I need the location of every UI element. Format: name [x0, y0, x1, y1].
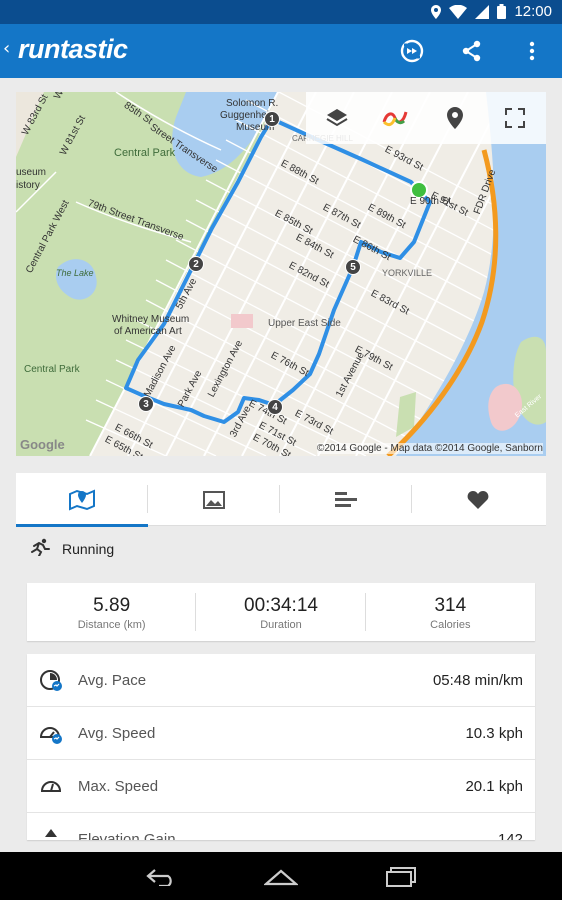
detail-tabs: [16, 473, 546, 527]
pace-stopwatch-icon: [38, 668, 64, 692]
layers-button[interactable]: [323, 104, 351, 132]
battery-icon: [497, 4, 507, 19]
list-item: Avg. Pace 05:48 min/km: [27, 654, 535, 707]
route-marker[interactable]: 2: [188, 256, 204, 272]
tab-map[interactable]: [16, 473, 148, 527]
recents-button[interactable]: [383, 864, 419, 890]
stat-value: 314: [434, 595, 467, 616]
pace-route-icon: [382, 111, 408, 127]
list-item: Elevation Gain 142: [27, 813, 535, 840]
stat-value: 00:34:14: [244, 595, 318, 616]
more-vert-icon: [529, 41, 535, 61]
map-label: of American Art: [114, 326, 182, 337]
stat-label: Distance (km): [77, 619, 146, 631]
map-pin-icon: [447, 107, 463, 129]
map-label: istory: [16, 180, 40, 191]
duration-stat: 00:34:14 Duration: [196, 583, 366, 641]
map-label: useum: [16, 167, 47, 178]
speedometer-icon: [38, 721, 64, 745]
map-label: The Lake: [56, 268, 94, 278]
recents-icon: [386, 867, 416, 887]
route-marker[interactable]: 3: [138, 396, 154, 412]
metrics-list: Avg. Pace 05:48 min/km Avg. Speed 10.3 k…: [27, 654, 535, 840]
stat-label: Duration: [260, 619, 302, 631]
metric-value: 05:48 min/km: [432, 671, 523, 689]
calories-stat: 314 Calories: [366, 583, 535, 641]
map-label: E 90th St: [410, 196, 452, 207]
location-icon: [431, 4, 442, 19]
system-nav-bar: [0, 852, 562, 900]
app-logo[interactable]: runtastic: [18, 34, 128, 65]
tab-feeling[interactable]: [412, 473, 544, 526]
max-speed-icon: [38, 774, 64, 798]
home-icon: [264, 869, 298, 886]
map-label: Central Park: [24, 364, 80, 375]
tab-splits[interactable]: [280, 473, 412, 526]
overflow-menu-button[interactable]: [518, 37, 546, 65]
image-icon: [203, 490, 225, 509]
back-icon: [146, 869, 172, 886]
google-logo: Google: [20, 437, 65, 452]
metric-label: Avg. Pace: [78, 671, 147, 689]
route-marker[interactable]: 1: [264, 111, 280, 127]
activity-summary: 5.89 Distance (km) 00:34:14 Duration 314…: [27, 583, 535, 641]
metric-label: Max. Speed: [78, 777, 159, 795]
map-icon: [69, 488, 95, 511]
heart-icon: [467, 490, 489, 509]
back-button[interactable]: [143, 864, 179, 890]
back-chevron-icon[interactable]: ‹: [3, 38, 10, 59]
clock: 12:00: [514, 3, 552, 20]
elevation-icon: [38, 827, 64, 840]
pace-overlay-button[interactable]: [381, 104, 409, 132]
map-label: Solomon R.: [226, 98, 279, 109]
bar-list-icon: [335, 491, 357, 507]
metric-value: 142: [497, 830, 523, 841]
home-button[interactable]: [263, 864, 299, 890]
status-bar: 12:00: [0, 0, 562, 24]
route-marker[interactable]: 4: [267, 399, 283, 415]
tab-photos[interactable]: [148, 473, 280, 526]
sport-label: Running: [62, 541, 115, 557]
map-label: Upper East Side: [268, 318, 341, 329]
app-bar: ‹ runtastic: [0, 24, 562, 78]
map-toolbar: [306, 92, 546, 144]
sport-type: Running: [16, 527, 546, 571]
metric-value: 20.1 kph: [465, 777, 523, 795]
location-button[interactable]: [441, 104, 469, 132]
share-button[interactable]: [458, 37, 486, 65]
layers-icon: [326, 109, 348, 127]
stat-value: 5.89: [93, 595, 131, 616]
distance-stat: 5.89 Distance (km): [27, 583, 197, 641]
fullscreen-button[interactable]: [501, 104, 529, 132]
metric-value: 10.3 kph: [465, 724, 523, 742]
auto-share-button[interactable]: [398, 37, 426, 65]
fullscreen-icon: [505, 108, 525, 128]
running-icon: [30, 538, 50, 561]
sync-icon: [400, 39, 424, 63]
list-item: Avg. Speed 10.3 kph: [27, 707, 535, 760]
map-label: Whitney Museum: [112, 314, 190, 325]
list-item: Max. Speed 20.1 kph: [27, 760, 535, 813]
map-label: YORKVILLE: [382, 268, 433, 278]
map-attribution: ©2014 Google - Map data ©2014 Google, Sa…: [316, 443, 543, 454]
map-label: Central Park: [114, 147, 176, 159]
wifi-icon: [449, 4, 468, 19]
route-map[interactable]: W 84th St W 83rd St W 81st St useum isto…: [16, 92, 546, 456]
share-icon: [462, 40, 481, 62]
stat-label: Calories: [430, 619, 471, 631]
route-marker[interactable]: 5: [345, 259, 361, 275]
signal-icon: [475, 4, 490, 19]
metric-label: Avg. Speed: [78, 724, 156, 742]
metric-label: Elevation Gain: [78, 830, 176, 841]
